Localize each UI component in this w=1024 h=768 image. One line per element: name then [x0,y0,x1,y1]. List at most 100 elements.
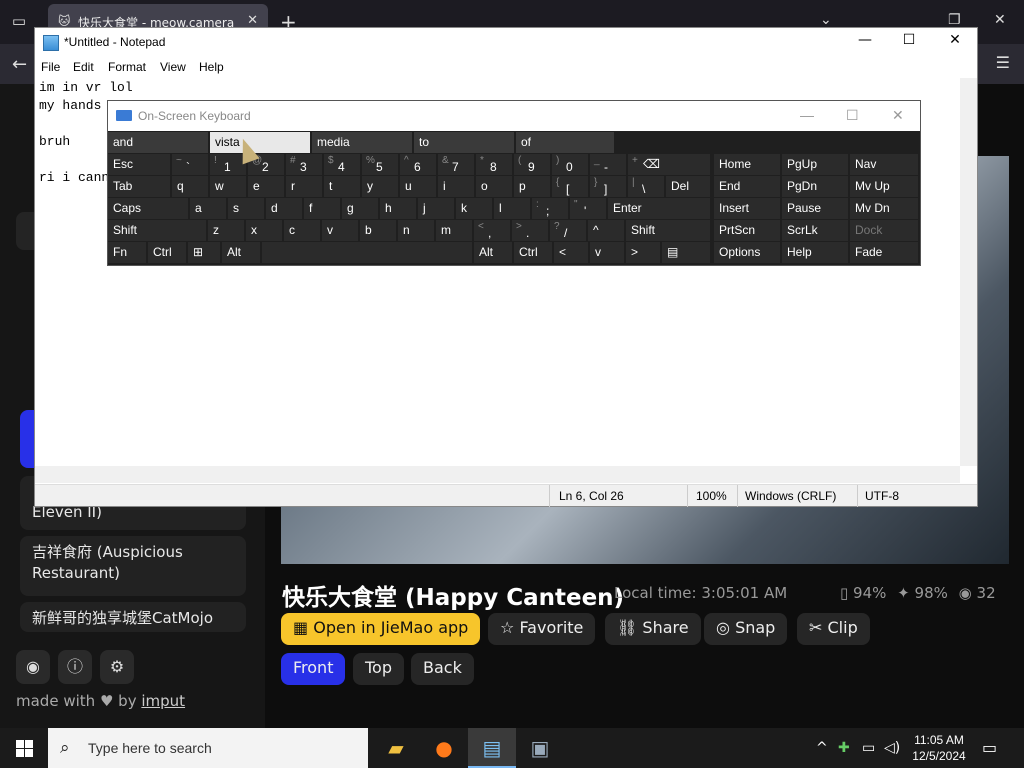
prediction-of[interactable]: of [516,132,614,153]
tab-close-icon[interactable]: ✕ [247,13,258,28]
key-c[interactable]: c [284,220,320,241]
key-e[interactable]: e [248,176,284,197]
key-fade[interactable]: Fade [850,242,918,263]
key-bracket-0[interactable]: {[ [552,176,588,197]
taskbar-search[interactable]: ⌕ Type here to search [48,728,368,768]
key-prtscn[interactable]: PrtScn [714,220,780,241]
key-options[interactable]: Options [714,242,780,263]
minimize-icon[interactable]: — [800,107,814,123]
prediction-media[interactable]: media [312,132,412,153]
snap-button[interactable]: ◎ Snap [704,613,788,645]
key-x[interactable]: x [246,220,282,241]
key-0[interactable]: ) 0 [552,154,588,175]
app-tray-icon[interactable]: ✚ [838,740,850,756]
key-punct3-1[interactable]: " ' [570,198,606,219]
key-enter[interactable]: Enter [608,198,710,219]
key-nav[interactable]: Nav [850,154,918,175]
key-i[interactable]: i [438,176,474,197]
key-backspace[interactable]: ⌫ [638,154,710,175]
key-h[interactable]: h [380,198,416,219]
osk-titlebar[interactable]: On-Screen Keyboard — ☐ ✕ [108,101,920,131]
key-bracket-1[interactable]: }] [590,176,626,197]
key-m[interactable]: m [436,220,472,241]
key-arrow-up[interactable]: ^ [588,220,624,241]
sidebar-item-catmojo[interactable]: 新鲜哥的独享城堡CatMojo [20,602,246,632]
back-icon[interactable]: ← [12,54,27,75]
key-l[interactable]: l [494,198,530,219]
close-icon[interactable]: ✕ [933,32,977,54]
key-fn[interactable]: Fn [108,242,146,263]
key-`[interactable]: ~ ` [172,154,208,175]
key-shift-right[interactable]: Shift [626,220,710,241]
menu-view[interactable]: View [160,60,186,74]
remote-desktop-icon[interactable]: ▣ [516,728,564,768]
key-windows[interactable]: ⊞ [188,242,220,263]
key-5[interactable]: % 5 [362,154,398,175]
key-f[interactable]: f [304,198,340,219]
windows-start-icon[interactable] [0,728,48,768]
key-s[interactable]: s [228,198,264,219]
key-punct3-0[interactable]: :; [532,198,568,219]
chevron-up-icon[interactable]: ^ [816,740,828,756]
key-arrow-left[interactable]: < [554,242,588,263]
key-mv-up[interactable]: Mv Up [850,176,918,197]
key-ctrl-right[interactable]: Ctrl [514,242,552,263]
clip-button[interactable]: ✂ Clip [797,613,870,645]
key-r[interactable]: r [286,176,322,197]
key-d[interactable]: d [266,198,302,219]
key-7[interactable]: & 7 [438,154,474,175]
restore-icon[interactable]: ❐ [948,12,961,28]
horizontal-scrollbar[interactable] [35,466,960,483]
key-v[interactable]: v [322,220,358,241]
prediction-to[interactable]: to [414,132,514,153]
chevron-down-icon[interactable]: ⌄ [820,12,832,28]
key-caps[interactable]: Caps [108,198,188,219]
key-punct4-2[interactable]: ? / [550,220,586,241]
key-dock[interactable]: Dock [850,220,918,241]
key-o[interactable]: o [476,176,512,197]
key-u[interactable]: u [400,176,436,197]
key-bracket-2[interactable]: | \ [628,176,664,197]
key-home[interactable]: Home [714,154,780,175]
maximize-icon[interactable]: ☐ [887,32,931,54]
key-alt-left[interactable]: Alt [222,242,260,263]
sidebar-item-auspicious[interactable]: 吉祥食府 (Auspicious Restaurant) [20,536,246,596]
key-a[interactable]: a [190,198,226,219]
key-p[interactable]: p [514,176,550,197]
key-punct4-0[interactable]: <, [474,220,510,241]
minimize-icon[interactable]: — [843,32,887,54]
file-explorer-icon[interactable]: ▰ [372,728,420,768]
hamburger-icon[interactable]: ☰ [996,53,1010,72]
key-scrlk[interactable]: ScrLk [782,220,848,241]
maximize-icon[interactable]: ☐ [846,107,859,124]
key-pause[interactable]: Pause [782,198,848,219]
firefox-icon[interactable]: ● [420,728,468,768]
key-mv-dn[interactable]: Mv Dn [850,198,918,219]
key-help[interactable]: Help [782,242,848,263]
key-k[interactable]: k [456,198,492,219]
key-n[interactable]: n [398,220,434,241]
close-icon[interactable]: ✕ [994,12,1006,28]
tab-list-icon[interactable]: ▭ [8,10,30,32]
key-4[interactable]: $4 [324,154,360,175]
vertical-scrollbar[interactable] [960,78,977,466]
key-menu[interactable]: ▤ [662,242,710,263]
key-9[interactable]: (9 [514,154,550,175]
info-icon[interactable]: ⓘ [58,650,92,684]
key-z[interactable]: z [208,220,244,241]
key--[interactable]: _ - [590,154,626,175]
share-button[interactable]: ⛓ Share [605,613,701,645]
close-icon[interactable]: ✕ [892,107,904,124]
key-6[interactable]: ^ 6 [400,154,436,175]
key-j[interactable]: j [418,198,454,219]
key-punct4-1[interactable]: >. [512,220,548,241]
prediction-and[interactable]: and [108,132,208,153]
key-del[interactable]: Del [666,176,710,197]
view-front-button[interactable]: Front [281,653,346,685]
menu-file[interactable]: File [41,60,60,74]
key-shift-left[interactable]: Shift [108,220,206,241]
menu-format[interactable]: Format [108,60,146,74]
key-arrow-right[interactable]: > [626,242,660,263]
key-w[interactable]: w [210,176,246,197]
menu-edit[interactable]: Edit [73,60,94,74]
